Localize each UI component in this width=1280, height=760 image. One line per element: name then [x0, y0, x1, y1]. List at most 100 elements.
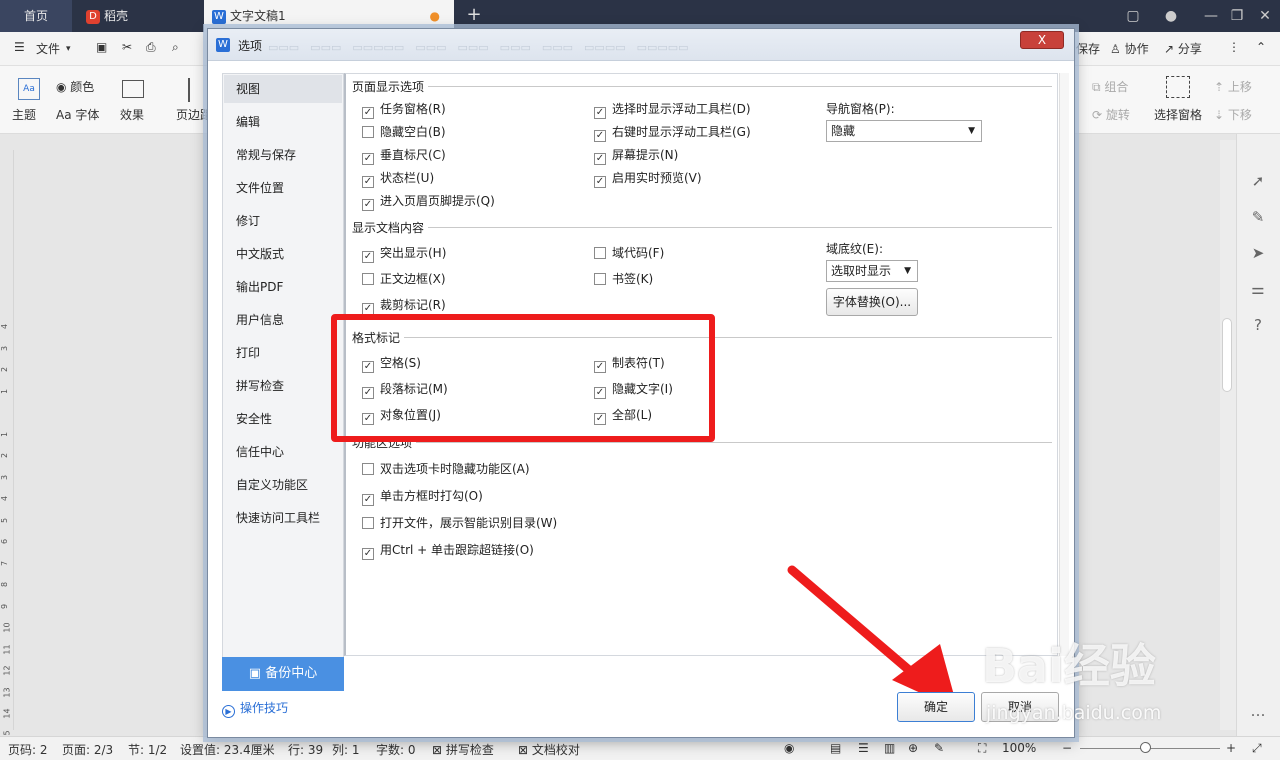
menu-share[interactable]: ↗ 分享 — [1164, 40, 1202, 57]
nav-item[interactable]: 打印 — [224, 339, 342, 367]
nav-item[interactable]: 自定义功能区 — [224, 471, 342, 499]
dialog-close-button[interactable]: X — [1020, 31, 1064, 49]
font-replace-button[interactable]: 字体替换(O)... — [826, 288, 918, 316]
pen-icon[interactable]: ✎ — [1248, 208, 1268, 228]
checked-checkbox-icon[interactable]: ✓ — [594, 107, 606, 119]
dialog-title-bar[interactable]: W 选项 ▭▭▭ ▭▭▭ ▭▭▭▭▭ ▭▭▭ ▭▭▭ ▭▭▭ ▭▭▭ ▭▭▭▭ … — [208, 29, 1074, 61]
more-horizontal-icon[interactable]: … — [1248, 702, 1268, 722]
avatar[interactable]: ● — [1156, 0, 1186, 32]
checkbox-option[interactable]: ✓ 突出显示(H) — [362, 244, 446, 263]
read-view-icon[interactable]: ▥ — [884, 741, 895, 755]
nav-item[interactable]: 修订 — [224, 207, 342, 235]
checkbox-option[interactable]: 域代码(F) — [594, 244, 664, 261]
zoom-out-icon[interactable]: − — [1062, 741, 1072, 755]
checked-checkbox-icon[interactable]: ✓ — [362, 153, 374, 165]
move-up-button[interactable]: ⇡ 上移 — [1214, 78, 1252, 95]
checkbox-option[interactable]: ✓ 右键时显示浮动工具栏(G) — [594, 123, 751, 142]
write-view-icon[interactable]: ✎ — [934, 741, 944, 755]
select-pane-button[interactable]: 选择窗格 — [1154, 106, 1202, 123]
collapse-ribbon-icon[interactable]: ⌃ — [1256, 40, 1266, 54]
checked-checkbox-icon[interactable]: ✓ — [362, 107, 374, 119]
menu-save[interactable]: 保存 — [1076, 40, 1100, 57]
checkbox-option[interactable]: ✓ 进入页眉页脚提示(Q) — [362, 192, 495, 211]
checkbox-option[interactable]: 双击选项卡时隐藏功能区(A) — [362, 460, 530, 477]
spell-check-button[interactable]: ⊠ 拼写检查 — [432, 741, 494, 758]
checkbox-option[interactable]: 正文边框(X) — [362, 270, 446, 287]
unchecked-checkbox-icon[interactable] — [594, 273, 606, 285]
nav-item[interactable]: 拼写检查 — [224, 372, 342, 400]
field-shading-select[interactable]: 选取时显示 ▼ — [826, 260, 918, 282]
close-window-icon[interactable]: ✕ — [1250, 0, 1280, 32]
checkbox-option[interactable]: ✓ 用Ctrl + 单击跟踪超链接(O) — [362, 541, 534, 560]
rocket-icon[interactable]: ➚ — [1248, 172, 1268, 192]
font-button[interactable]: Aa 字体 — [56, 106, 99, 123]
unchecked-checkbox-icon[interactable] — [362, 273, 374, 285]
document-scroll-thumb[interactable] — [1222, 318, 1232, 392]
more-icon[interactable]: ⋮ — [1228, 40, 1240, 54]
select-pane-icon[interactable] — [1166, 76, 1190, 98]
print-icon[interactable]: ⎙ — [146, 40, 156, 55]
nav-item[interactable]: 文件位置 — [224, 174, 342, 202]
ok-button[interactable]: 确定 — [897, 692, 975, 722]
nav-item[interactable]: 安全性 — [224, 405, 342, 433]
unchecked-checkbox-icon[interactable] — [362, 126, 374, 138]
nav-item[interactable]: 用户信息 — [224, 306, 342, 334]
zoom-slider-thumb[interactable] — [1140, 742, 1151, 753]
checked-checkbox-icon[interactable]: ✓ — [594, 153, 606, 165]
zoom-level[interactable]: 100% — [1002, 741, 1036, 755]
combine-button[interactable]: ⧉ 组合 — [1092, 78, 1128, 95]
tips-link[interactable]: ▶ 操作技巧 — [222, 699, 352, 718]
help-icon[interactable]: ? — [1248, 316, 1268, 336]
checked-checkbox-icon[interactable]: ✓ — [362, 548, 374, 560]
nav-item[interactable]: 视图 — [224, 75, 342, 103]
cursor-icon[interactable]: ➤ — [1248, 244, 1268, 264]
doc-proof-button[interactable]: ⊠ 文档校对 — [518, 741, 580, 758]
checkbox-option[interactable]: ✓ 状态栏(U) — [362, 169, 434, 188]
nav-item[interactable]: 编辑 — [224, 108, 342, 136]
checkbox-option[interactable]: 书签(K) — [594, 270, 653, 287]
checkbox-option[interactable]: ✓ 单击方框时打勾(O) — [362, 487, 483, 506]
nav-item[interactable]: 中文版式 — [224, 240, 342, 268]
backup-center-button[interactable]: ▣ 备份中心 — [222, 657, 344, 691]
tab-daoke[interactable]: D 稻壳 — [74, 0, 200, 32]
theme-icon[interactable]: Aa — [18, 78, 40, 100]
checked-checkbox-icon[interactable]: ✓ — [362, 176, 374, 188]
content-scrollbar[interactable] — [1059, 73, 1069, 656]
zoom-in-icon[interactable]: + — [1226, 741, 1236, 755]
checkbox-option[interactable]: ✓ 启用实时预览(V) — [594, 169, 702, 188]
hamburger-icon[interactable]: ☰ — [14, 40, 25, 54]
outline-view-icon[interactable]: ☰ — [858, 741, 869, 755]
nav-pane-select[interactable]: 隐藏 ▼ — [826, 120, 982, 142]
menu-file[interactable]: 文件 — [36, 40, 60, 57]
fit-icon[interactable]: ⛶ — [978, 741, 986, 756]
cut-icon[interactable]: ✂ — [122, 40, 132, 54]
checked-checkbox-icon[interactable]: ✓ — [594, 176, 606, 188]
checked-checkbox-icon[interactable]: ✓ — [594, 130, 606, 142]
unchecked-checkbox-icon[interactable] — [594, 247, 606, 259]
restore-icon[interactable]: ❐ — [1222, 0, 1252, 32]
checked-checkbox-icon[interactable]: ✓ — [362, 494, 374, 506]
unchecked-checkbox-icon[interactable] — [362, 517, 374, 529]
nav-item[interactable]: 快速访问工具栏 — [224, 504, 342, 532]
checked-checkbox-icon[interactable]: ✓ — [362, 199, 374, 211]
theme-button[interactable]: 主题 — [12, 106, 36, 123]
page-view-icon[interactable]: ▤ — [830, 741, 841, 755]
window-count-icon[interactable]: ▢ — [1118, 0, 1148, 32]
eye-icon[interactable]: ◉ — [784, 741, 794, 755]
checkbox-option[interactable]: 打开文件，展示智能识别目录(W) — [362, 514, 557, 531]
save-icon[interactable]: ▣ — [96, 40, 107, 54]
tab-home[interactable]: 首页 — [0, 0, 72, 32]
rotate-button[interactable]: ⟳ 旋转 — [1092, 106, 1130, 123]
nav-item[interactable]: 常规与保存 — [224, 141, 342, 169]
checkbox-option[interactable]: ✓ 选择时显示浮动工具栏(D) — [594, 100, 751, 119]
effect-button[interactable]: 效果 — [120, 106, 144, 123]
effect-icon[interactable] — [122, 80, 144, 98]
preview-icon[interactable]: ⌕ — [172, 40, 179, 55]
checkbox-option[interactable]: ✓ 任务窗格(R) — [362, 100, 446, 119]
checkbox-option[interactable]: ✓ 垂直标尺(C) — [362, 146, 446, 165]
nav-item[interactable]: 信任中心 — [224, 438, 342, 466]
color-button[interactable]: ◉ 颜色 — [56, 78, 94, 95]
checkbox-option[interactable]: 隐藏空白(B) — [362, 123, 446, 140]
move-down-button[interactable]: ⇣ 下移 — [1214, 106, 1252, 123]
checkbox-option[interactable]: ✓ 屏幕提示(N) — [594, 146, 678, 165]
